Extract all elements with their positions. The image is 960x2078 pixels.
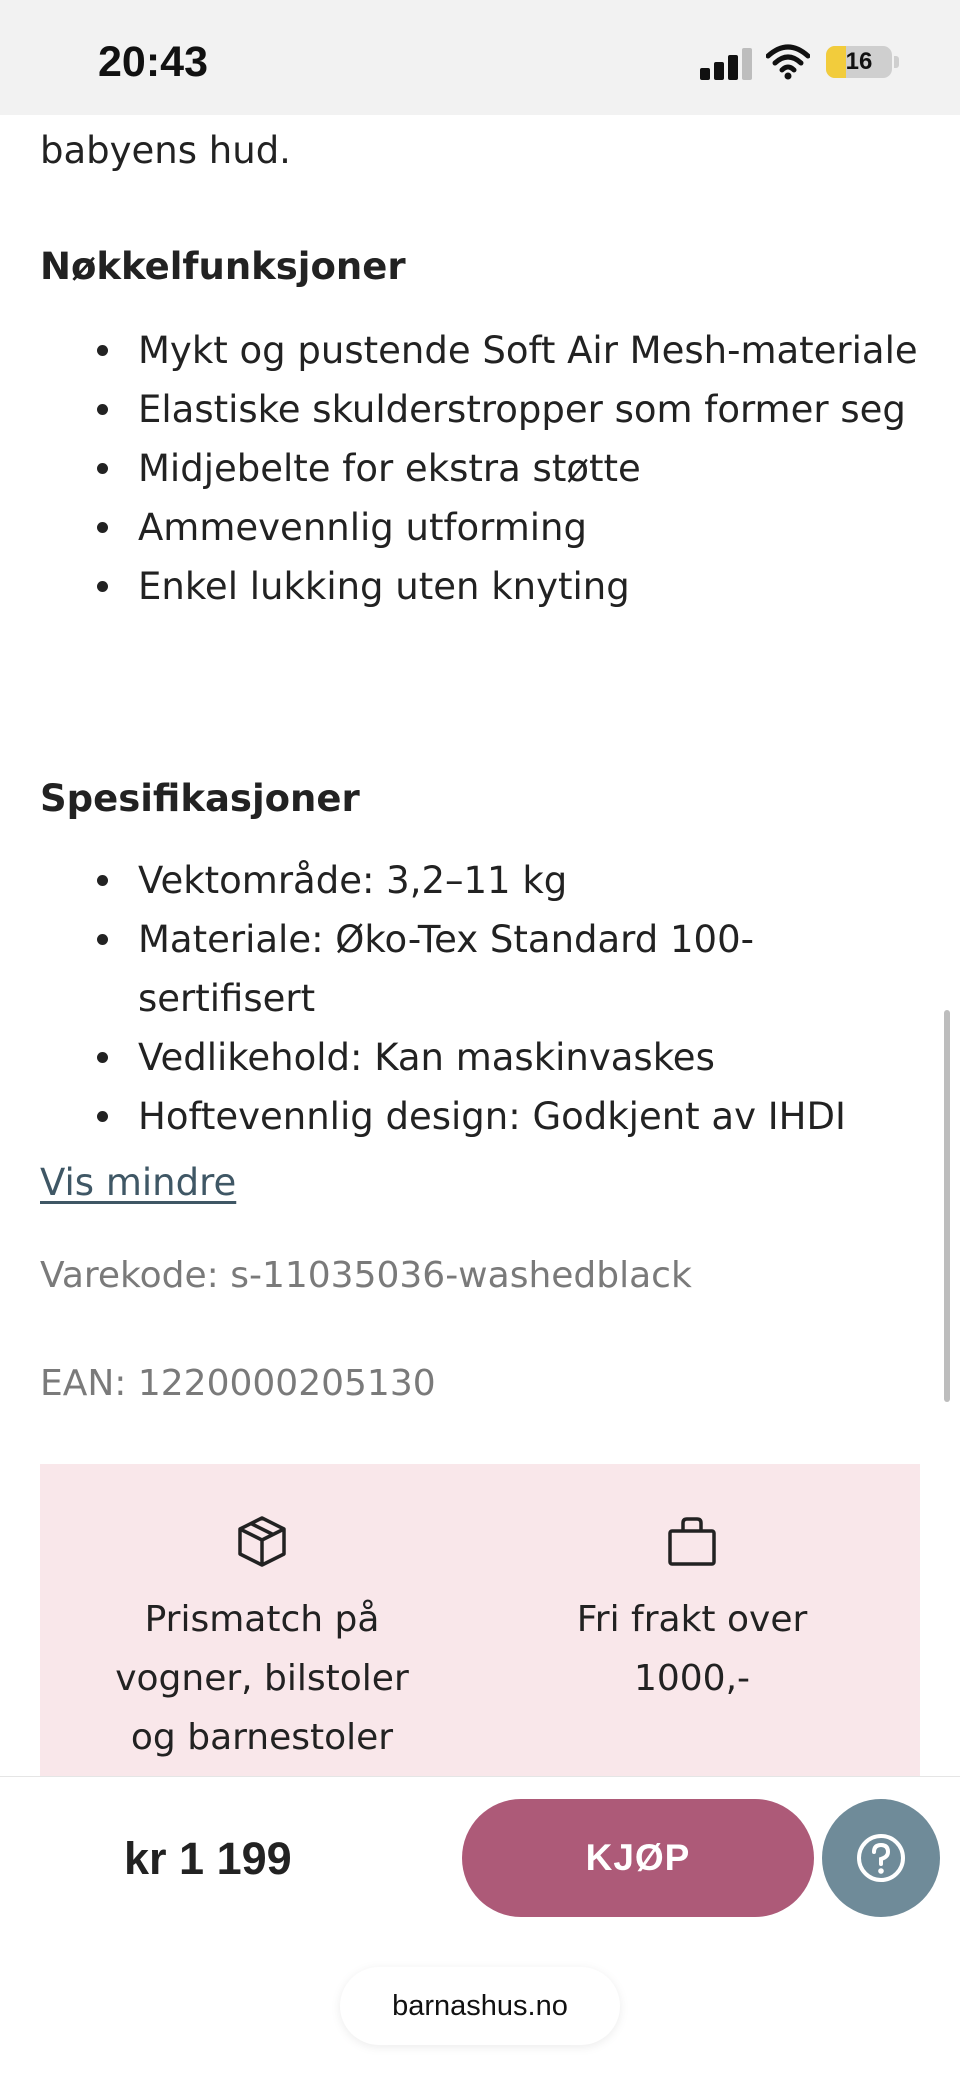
- battery-level: 16: [845, 48, 873, 75]
- battery-icon: 16: [826, 46, 892, 78]
- spec-item: Hoftevennlig design: Godkjent av IHDI: [40, 1087, 920, 1146]
- feature-item: Midjebelte for ekstra støtte: [40, 439, 920, 498]
- benefit-free-shipping: Fri frakt over 1000,-: [522, 1514, 862, 1708]
- wifi-icon: [766, 44, 810, 80]
- scrollbar[interactable]: [944, 1010, 950, 1402]
- spec-item: Materiale: Øko-Tex Standard 100-sertifis…: [40, 910, 920, 1028]
- help-button[interactable]: [822, 1799, 940, 1917]
- benefit-price-match: Prismatch på vogner, bilstoler og barnes…: [92, 1514, 432, 1767]
- intro-text: babyens hud.: [40, 129, 291, 172]
- shopping-bag-icon: [668, 1517, 716, 1566]
- status-time: 20:43: [98, 38, 208, 86]
- feature-item: Ammevennlig utforming: [40, 498, 920, 557]
- sku-text: Varekode: s-11035036-washedblack: [40, 1255, 692, 1296]
- cellular-signal-icon: [700, 46, 752, 80]
- feature-item: Elastiske skulderstropper som former seg: [40, 380, 920, 439]
- spec-item: Vektområde: 3,2–11 kg: [40, 851, 920, 910]
- status-bar: 20:43 16: [0, 0, 960, 115]
- spec-item: Vedlikehold: Kan maskinvaskes: [40, 1028, 920, 1087]
- features-list: Mykt og pustende Soft Air Mesh-materiale…: [40, 321, 920, 616]
- battery-tip: [894, 56, 899, 68]
- buy-button[interactable]: KJØP: [462, 1799, 814, 1917]
- feature-item: Enkel lukking uten knyting: [40, 557, 920, 616]
- question-icon: [857, 1834, 905, 1882]
- specs-heading: Spesifikasjoner: [40, 777, 360, 820]
- benefit-price-match-text: Prismatch på vogner, bilstoler og barnes…: [115, 1599, 409, 1758]
- benefits-panel: Prismatch på vogner, bilstoler og barnes…: [40, 1464, 920, 1778]
- purchase-bar: kr 1 199 KJØP barnashus.no: [0, 1776, 960, 2078]
- price: kr 1 199: [124, 1833, 292, 1884]
- specs-list: Vektområde: 3,2–11 kg Materiale: Øko-Tex…: [40, 851, 920, 1146]
- ean-text: EAN: 1220000205130: [40, 1363, 436, 1404]
- features-heading: Nøkkelfunksjoner: [40, 245, 406, 288]
- show-less-link[interactable]: Vis mindre: [40, 1161, 236, 1204]
- package-icon: [238, 1516, 286, 1567]
- benefit-free-shipping-text: Fri frakt over 1000,-: [576, 1599, 808, 1699]
- feature-item: Mykt og pustende Soft Air Mesh-materiale: [40, 321, 920, 380]
- address-bar[interactable]: barnashus.no: [340, 1967, 620, 2045]
